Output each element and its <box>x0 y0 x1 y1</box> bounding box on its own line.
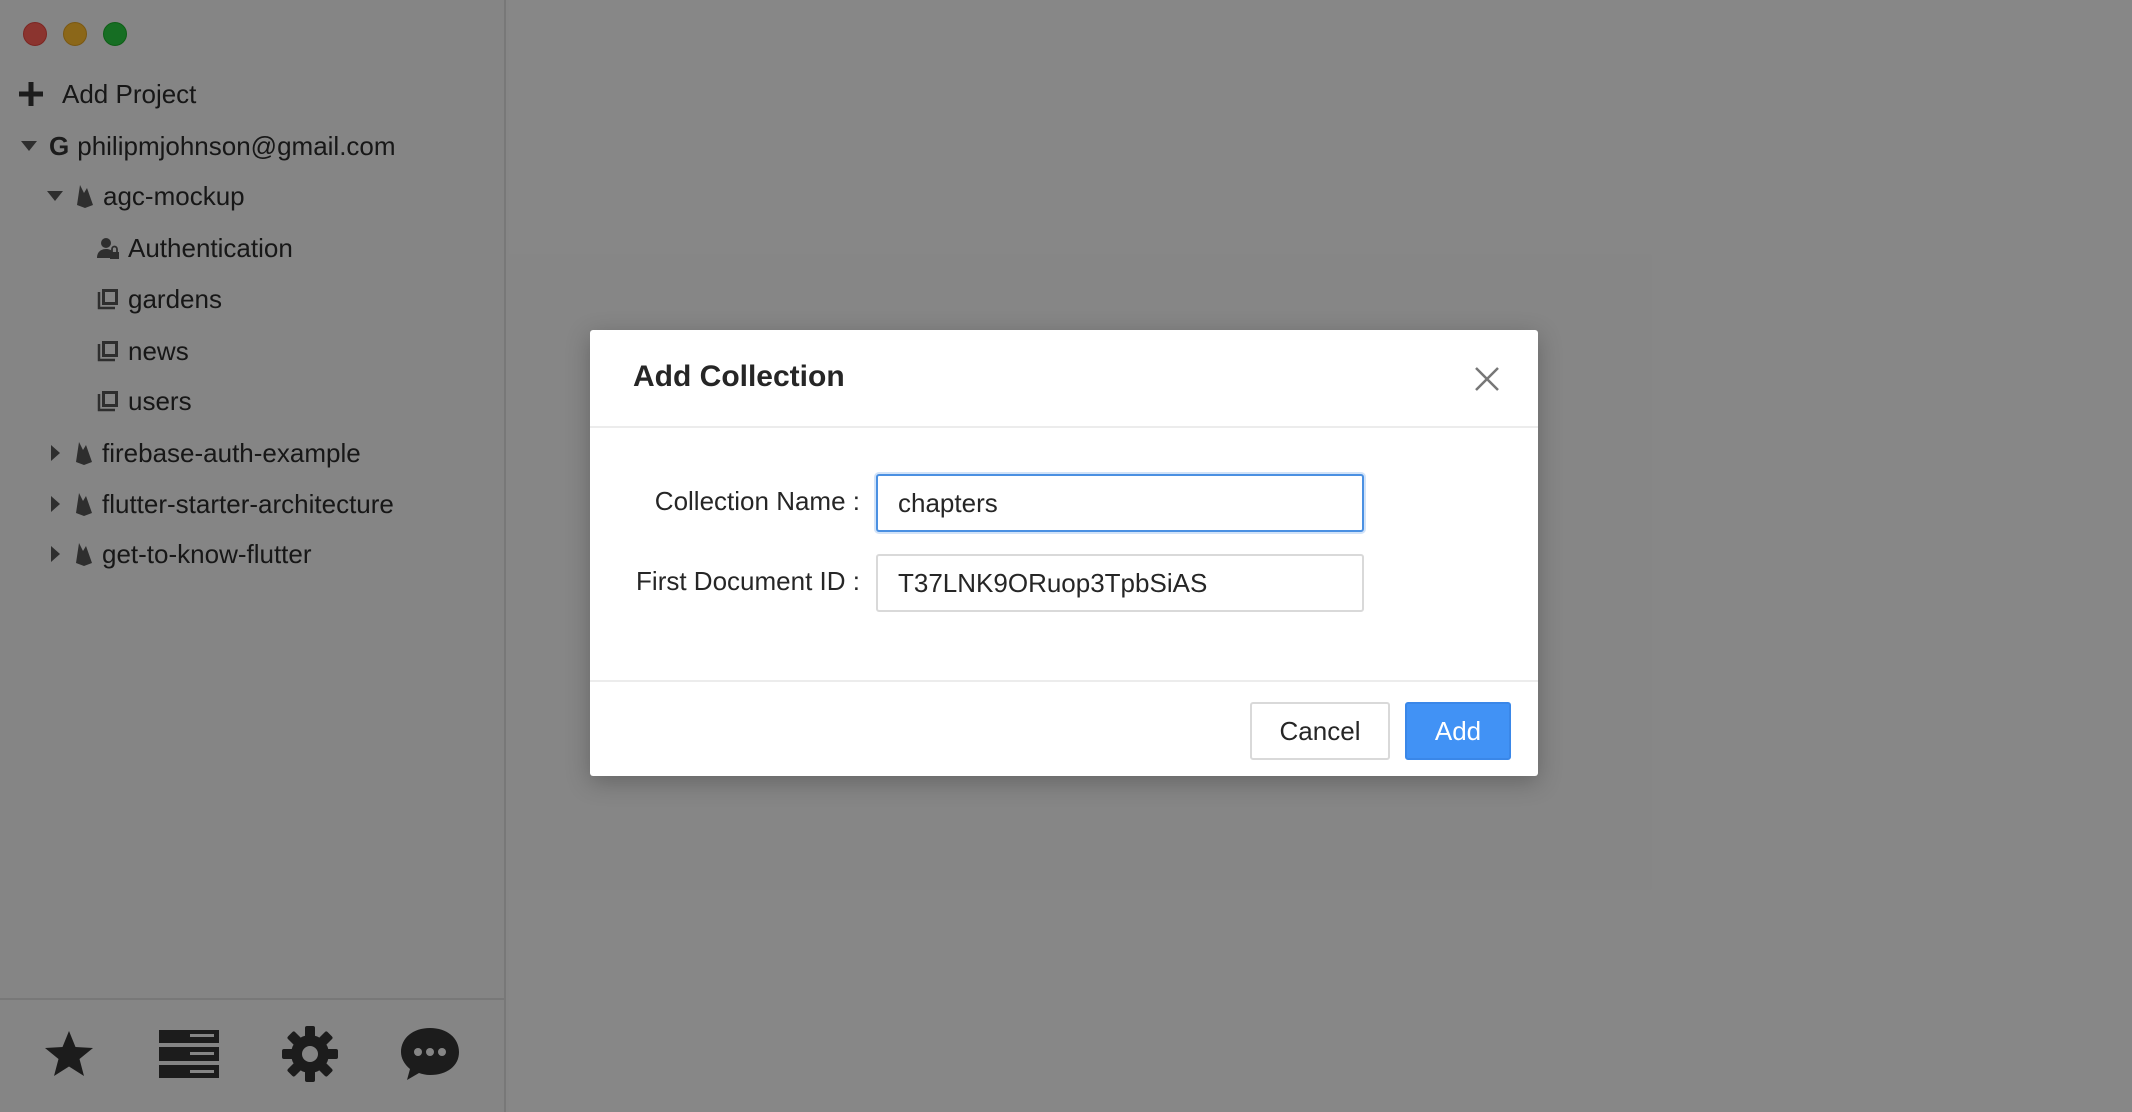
dialog-header: Add Collection <box>590 330 1538 428</box>
dialog-footer: Cancel Add <box>590 680 1538 776</box>
cancel-button[interactable]: Cancel <box>1250 702 1390 760</box>
collection-name-input[interactable] <box>876 474 1364 532</box>
close-icon[interactable] <box>1472 364 1502 394</box>
first-document-id-label: First Document ID : <box>636 566 860 596</box>
app-window: Add Project G philipmjohnson@gmail.com a… <box>0 0 2132 1112</box>
dialog-title: Add Collection <box>633 360 845 393</box>
collection-name-label: Collection Name : <box>654 486 860 516</box>
add-button[interactable]: Add <box>1405 702 1511 760</box>
first-document-id-input[interactable] <box>876 554 1364 612</box>
add-collection-dialog: Add Collection Collection Name : First D… <box>590 330 1538 776</box>
